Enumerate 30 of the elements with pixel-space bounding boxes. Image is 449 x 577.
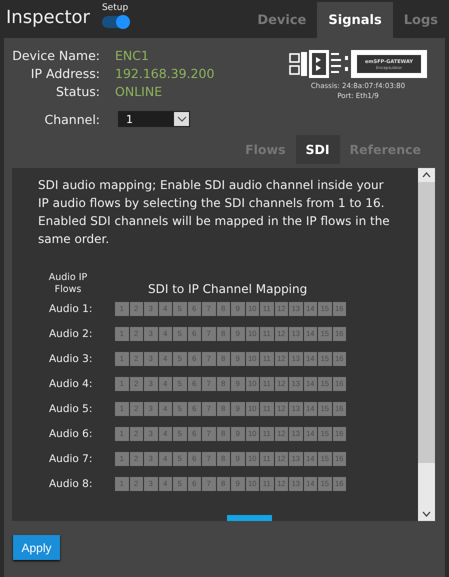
panel-title: Inspector: [6, 7, 90, 28]
field-label: IP Address:: [30, 66, 100, 83]
flow-label: Audio 8:: [48, 478, 94, 490]
tab[interactable]: Logs: [392, 2, 449, 38]
setup-label: Setup: [102, 3, 128, 13]
channel-label: Channel:: [43, 112, 100, 126]
description-text: SDI audio mapping; Enable SDI audio channel inside your IP audio flows by selecting the SDI channels from 1 to 16. Enabled SDI channels will be mapped in the IP flows in the same order.: [38, 177, 391, 248]
tab[interactable]: Signals: [317, 2, 393, 38]
flow-label: Audio 2:: [48, 328, 94, 340]
flow-label: Audio 4:: [48, 378, 94, 390]
flow-label: Audio 3:: [48, 352, 94, 364]
sub-tab[interactable]: SDI: [296, 135, 340, 164]
caret-icon: [174, 112, 189, 126]
apply-button[interactable]: Apply: [13, 535, 60, 560]
setup-toggle[interactable]: [102, 16, 128, 28]
column-heading: SDI to IP Channel Mapping: [148, 282, 308, 296]
field-value: ONLINE: [115, 84, 164, 101]
flow-label: Audio 1:: [48, 302, 94, 314]
field-label: Device Name:: [11, 48, 100, 65]
tab[interactable]: Device: [246, 2, 318, 38]
flow-label: Audio 5:: [48, 402, 94, 414]
field-value: ENC1: [115, 48, 150, 65]
field-value: 192.168.39.200: [115, 66, 214, 83]
flow-label: Audio 7:: [48, 452, 94, 464]
field-label: Status:: [54, 84, 100, 101]
column-heading: Audio IP Flows: [48, 272, 88, 296]
channel-select[interactable]: 1: [118, 111, 190, 127]
flow-label: Audio 6:: [48, 428, 94, 440]
scrollbar[interactable]: [418, 168, 435, 521]
scroll-indicator: [227, 515, 272, 521]
